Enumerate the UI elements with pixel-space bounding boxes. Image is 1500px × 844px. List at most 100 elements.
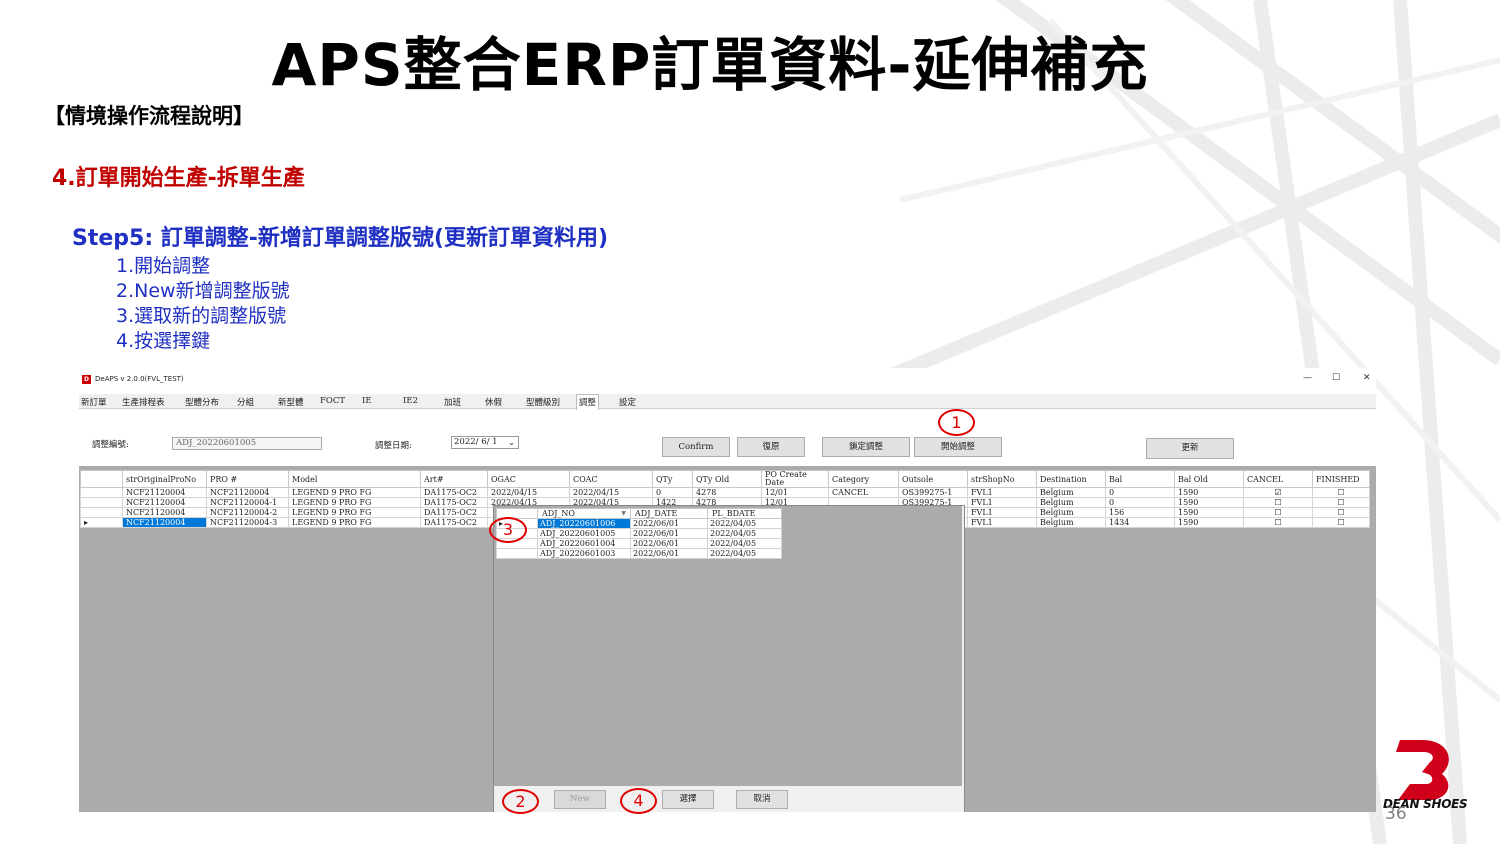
table-row[interactable]: NCF21120004 NCF21120004 LEGEND 9 PRO FG … bbox=[80, 487, 1370, 498]
close-button[interactable]: ✕ bbox=[1363, 373, 1371, 383]
cell[interactable]: 12/01 bbox=[761, 487, 829, 498]
cell[interactable]: ADJ_20220601003 bbox=[537, 548, 631, 559]
cell[interactable]: 2022/06/01 bbox=[630, 548, 708, 559]
cell[interactable]: DA1175-OC2 bbox=[420, 497, 488, 508]
cell[interactable]: 2022/06/01 bbox=[630, 518, 708, 529]
cancel-checkbox[interactable]: ☐ bbox=[1243, 507, 1313, 518]
cell-selected[interactable]: NCF21120004 bbox=[122, 517, 207, 528]
cell-selected[interactable]: ADJ_20220601006 bbox=[537, 518, 631, 529]
col-header[interactable]: strOriginalProNo bbox=[122, 470, 207, 488]
cell[interactable]: 2022/04/05 bbox=[707, 528, 782, 539]
menu-ie2[interactable]: IE2 bbox=[403, 396, 418, 406]
col-header-adj-no[interactable]: ADJ_NO ▼ bbox=[537, 508, 631, 519]
cell[interactable]: FVL1 bbox=[967, 497, 1037, 508]
menu-foct[interactable]: FOCT bbox=[320, 396, 345, 406]
menu-overtime[interactable]: 加班 bbox=[444, 396, 461, 408]
cell[interactable]: 0 bbox=[1105, 497, 1175, 508]
cell[interactable]: 156 bbox=[1105, 507, 1175, 518]
cell[interactable]: DA1175-OC2 bbox=[420, 487, 488, 498]
col-header[interactable]: COAC bbox=[569, 470, 653, 488]
cell[interactable]: 2022/06/01 bbox=[630, 528, 708, 539]
cell[interactable]: Belgium bbox=[1036, 497, 1106, 508]
update-button[interactable]: 更新 bbox=[1146, 438, 1234, 459]
select-button[interactable]: 選擇 bbox=[662, 790, 714, 809]
col-header[interactable]: strShopNo bbox=[967, 470, 1037, 488]
menu-settings[interactable]: 設定 bbox=[619, 396, 636, 408]
col-header[interactable]: Bal bbox=[1105, 470, 1175, 488]
cell[interactable]: NCF21120004 bbox=[122, 497, 207, 508]
cell[interactable]: LEGEND 9 PRO FG bbox=[288, 517, 421, 528]
cell[interactable]: NCF21120004-2 bbox=[206, 507, 289, 518]
lock-adjust-button[interactable]: 鎖定調整 bbox=[822, 437, 910, 457]
cell[interactable]: DA1175-OC2 bbox=[420, 517, 488, 528]
cell[interactable]: ADJ_20220601004 bbox=[537, 538, 631, 549]
cell[interactable]: 1590 bbox=[1174, 507, 1244, 518]
new-button[interactable]: New bbox=[554, 790, 606, 809]
cell[interactable]: 1590 bbox=[1174, 517, 1244, 528]
col-header[interactable]: PO Create Date bbox=[761, 470, 829, 488]
col-header[interactable]: QTy bbox=[652, 470, 693, 488]
finished-checkbox[interactable]: ☐ bbox=[1312, 517, 1370, 528]
maximize-button[interactable]: ☐ bbox=[1332, 373, 1340, 383]
finished-checkbox[interactable]: ☐ bbox=[1312, 497, 1370, 508]
cell[interactable]: FVL1 bbox=[967, 507, 1037, 518]
col-header[interactable]: PL_BDATE bbox=[707, 508, 782, 519]
cell[interactable]: ADJ_20220601005 bbox=[537, 528, 631, 539]
cancel-checkbox[interactable]: ☑ bbox=[1243, 487, 1313, 498]
confirm-button[interactable]: Confirm bbox=[662, 437, 730, 457]
restore-button[interactable]: 復原 bbox=[737, 437, 805, 457]
table-row[interactable]: ADJ_20220601005 2022/06/01 2022/04/05 bbox=[496, 528, 782, 539]
finished-checkbox[interactable]: ☐ bbox=[1312, 507, 1370, 518]
menu-adjust[interactable]: 調整 bbox=[576, 394, 600, 410]
cell[interactable]: NCF21120004 bbox=[206, 487, 289, 498]
cell[interactable]: Belgium bbox=[1036, 517, 1106, 528]
cell[interactable]: DA1175-OC2 bbox=[420, 507, 488, 518]
cell[interactable]: NCF21120004 bbox=[122, 507, 207, 518]
start-adjust-button[interactable]: 開始調整 bbox=[914, 437, 1002, 457]
col-header[interactable]: Bal Old bbox=[1174, 470, 1244, 488]
cell[interactable]: 2022/04/05 bbox=[707, 518, 782, 529]
col-header[interactable]: Destination bbox=[1036, 470, 1106, 488]
menu-grouping[interactable]: 分組 bbox=[237, 396, 254, 408]
menu-schedule[interactable]: 生產排程表 bbox=[122, 396, 165, 408]
col-header[interactable]: ADJ_DATE bbox=[630, 508, 708, 519]
cell[interactable]: 4278 bbox=[692, 487, 762, 498]
menu-new-order[interactable]: 新訂單 bbox=[81, 396, 107, 408]
cell[interactable]: 2022/04/15 bbox=[569, 487, 653, 498]
cell[interactable]: FVL1 bbox=[967, 487, 1037, 498]
col-header[interactable]: Art# bbox=[420, 470, 488, 488]
cancel-checkbox[interactable]: ☐ bbox=[1243, 497, 1313, 508]
table-row[interactable]: ADJ_20220601004 2022/06/01 2022/04/05 bbox=[496, 538, 782, 549]
cell[interactable]: Belgium bbox=[1036, 507, 1106, 518]
col-header[interactable]: Category bbox=[828, 470, 899, 488]
cell[interactable]: LEGEND 9 PRO FG bbox=[288, 487, 421, 498]
table-row[interactable]: ADJ_20220601003 2022/06/01 2022/04/05 bbox=[496, 548, 782, 559]
cell[interactable]: 0 bbox=[1105, 487, 1175, 498]
adj-no-input[interactable]: ADJ_20220601005 bbox=[172, 437, 322, 450]
cell[interactable]: OS399275-1 bbox=[898, 487, 968, 498]
adj-date-picker[interactable]: 2022/ 6/ 1 ⌄ bbox=[451, 436, 519, 449]
col-header[interactable]: OGAC bbox=[487, 470, 570, 488]
col-header[interactable]: PRO # bbox=[206, 470, 289, 488]
cell[interactable]: NCF21120004 bbox=[122, 487, 207, 498]
col-header[interactable]: FINISHED bbox=[1312, 470, 1370, 488]
menu-model-level[interactable]: 型體級別 bbox=[526, 396, 560, 408]
finished-checkbox[interactable]: ☐ bbox=[1312, 487, 1370, 498]
cell[interactable]: 1590 bbox=[1174, 487, 1244, 498]
col-header[interactable]: Model bbox=[288, 470, 421, 488]
cell[interactable]: NCF21120004-3 bbox=[206, 517, 289, 528]
cell[interactable]: 2022/04/05 bbox=[707, 538, 782, 549]
menu-holiday[interactable]: 休假 bbox=[485, 396, 502, 408]
cell[interactable]: LEGEND 9 PRO FG bbox=[288, 507, 421, 518]
cell[interactable]: Belgium bbox=[1036, 487, 1106, 498]
cell[interactable]: 2022/06/01 bbox=[630, 538, 708, 549]
cancel-button[interactable]: 取消 bbox=[736, 790, 788, 809]
col-header[interactable]: QTy Old bbox=[692, 470, 762, 488]
cancel-checkbox[interactable]: ☐ bbox=[1243, 517, 1313, 528]
cell[interactable]: NCF21120004-1 bbox=[206, 497, 289, 508]
table-row-selected[interactable]: ▸ ADJ_20220601006 2022/06/01 2022/04/05 bbox=[496, 518, 782, 529]
menu-model-distribution[interactable]: 型體分布 bbox=[185, 396, 219, 408]
menu-ie[interactable]: IE bbox=[362, 396, 372, 406]
cell[interactable]: 1590 bbox=[1174, 497, 1244, 508]
col-header[interactable]: CANCEL bbox=[1243, 470, 1313, 488]
